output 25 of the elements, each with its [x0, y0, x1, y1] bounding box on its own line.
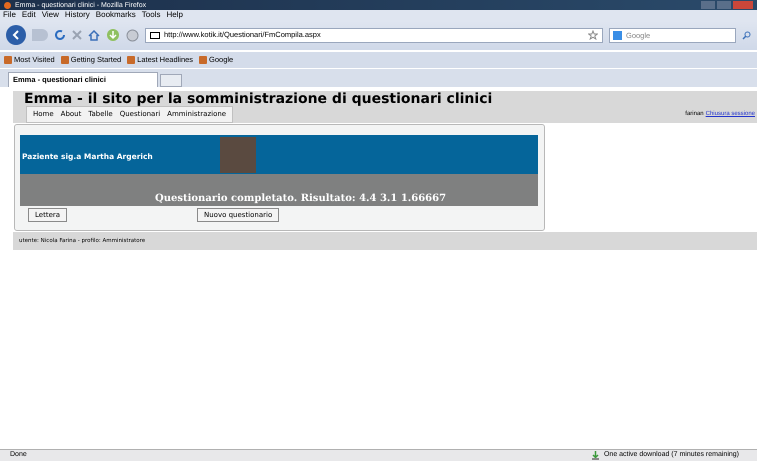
search-icon[interactable]: [742, 30, 751, 40]
result-message: Questionario completato. Risultato: 4.4 3.1 1.66667: [155, 194, 446, 204]
star-icon[interactable]: [588, 30, 598, 40]
bookmark-icon: [4, 56, 12, 64]
menu-item[interactable]: Bookmarks: [96, 11, 136, 19]
bookmark-icon: [127, 56, 136, 64]
menu-item[interactable]: View: [42, 11, 59, 19]
globe-icon: [126, 28, 139, 42]
download-icon[interactable]: [106, 28, 120, 42]
menu-item[interactable]: Edit: [22, 11, 36, 19]
home-icon[interactable]: [88, 30, 100, 40]
stop-icon[interactable]: [72, 30, 82, 40]
bookmark-icon: [199, 56, 208, 64]
back-button[interactable]: [6, 25, 26, 45]
menu-item[interactable]: Help: [166, 11, 183, 19]
photo-placeholder: [220, 137, 256, 173]
bookmark-icon: [60, 56, 69, 64]
reload-icon[interactable]: [54, 29, 66, 41]
download-icon[interactable]: [590, 451, 600, 460]
menu-item[interactable]: History: [64, 11, 90, 19]
menu-item[interactable]: Tools: [142, 11, 160, 19]
site-icon: [150, 32, 160, 38]
new-tab-button[interactable]: [160, 74, 182, 87]
site-title: Emma - il sito per la somministrazione di questionari clinici: [24, 92, 492, 106]
menu-item[interactable]: File: [3, 11, 16, 19]
